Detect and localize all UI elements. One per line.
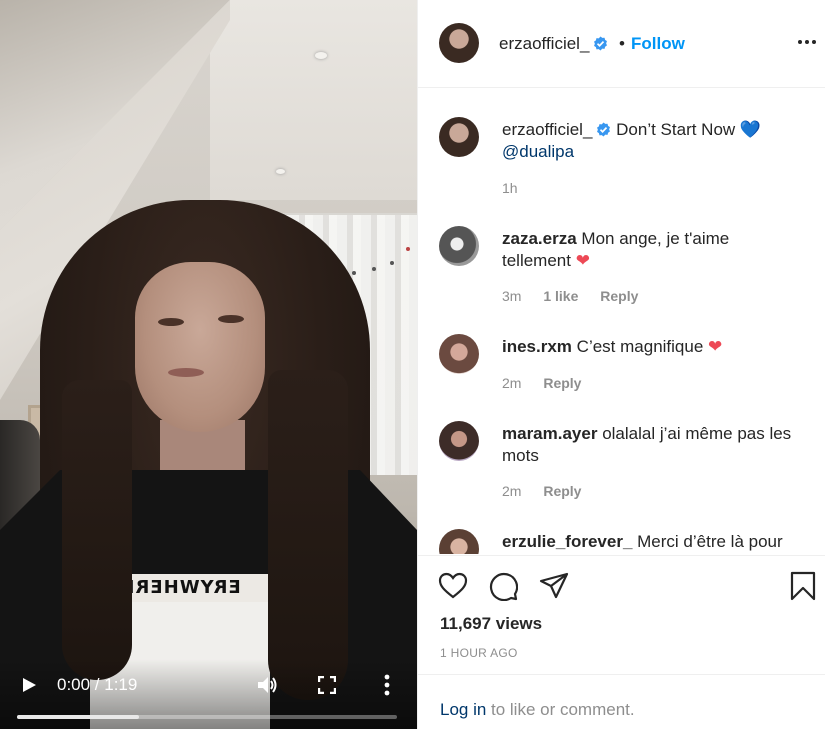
caption-meta: 1h [502, 180, 536, 196]
separator-dot: • [619, 34, 625, 53]
video-progress-fill [17, 715, 139, 719]
instagram-post-view: ERYWHERE 0:00 / 1:19 erzaofficiel_ • Fol… [0, 0, 825, 729]
volume-icon[interactable] [256, 674, 278, 696]
avatar[interactable] [439, 226, 479, 266]
post-sidebar: erzaofficiel_ • Follow erzaofficiel_ Don… [417, 0, 825, 729]
ceiling-light [276, 169, 285, 174]
video-time: 0:00 / 1:19 [57, 675, 138, 694]
avatar[interactable] [439, 421, 479, 461]
caption-mention[interactable]: @dualipa [502, 142, 574, 161]
comment-likes[interactable]: 1 like [543, 288, 578, 304]
play-icon[interactable] [20, 676, 38, 694]
avatar[interactable] [439, 23, 479, 63]
share-icon[interactable] [539, 571, 569, 601]
login-prompt-text: to like or comment. [491, 700, 635, 719]
heart-emoji: ❤ [575, 251, 590, 270]
avatar[interactable] [439, 117, 479, 157]
avatar[interactable] [439, 529, 479, 554]
comment-meta: 2m Reply [502, 483, 599, 499]
comment-age: 3m [502, 288, 522, 304]
reply-button[interactable]: Reply [543, 483, 581, 499]
login-prompt: Log in to like or comment. [418, 674, 825, 729]
comment-username[interactable]: erzulie_forever_ [502, 532, 632, 551]
verified-badge-icon [597, 122, 611, 137]
video-more-icon[interactable] [382, 674, 392, 696]
heart-emoji: ❤ [708, 337, 723, 356]
more-options-icon[interactable] [797, 36, 817, 48]
fullscreen-icon[interactable] [318, 676, 336, 694]
post-header: erzaofficiel_ • Follow [418, 0, 825, 88]
comment-text: Merci d’être là pour [637, 532, 783, 551]
comment-age: 2m [502, 375, 522, 391]
comment-icon[interactable] [488, 571, 518, 601]
reply-button[interactable]: Reply [543, 375, 581, 391]
post-username[interactable]: erzaofficiel_ [499, 34, 608, 54]
post-time: 1 HOUR AGO [440, 646, 518, 660]
comments-list[interactable]: erzaofficiel_ Don’t Start Now 💙 @dualipa… [418, 88, 825, 554]
caption-age: 1h [502, 180, 518, 196]
bookmark-icon[interactable] [788, 571, 818, 601]
caption-username[interactable]: erzaofficiel_ [502, 120, 592, 139]
blue-heart-emoji: 💙 [739, 120, 762, 139]
caption-text: Don’t Start Now [616, 120, 736, 139]
ceiling-light [315, 52, 327, 59]
comment-username[interactable]: ines.rxm [502, 337, 572, 356]
face [135, 262, 265, 432]
login-link[interactable]: Log in [440, 700, 486, 720]
heart-icon[interactable] [438, 571, 468, 601]
video-player[interactable]: ERYWHERE 0:00 / 1:19 [0, 0, 417, 729]
action-bar: 11,697 views 1 HOUR AGO [418, 555, 825, 675]
comment-text: C’est magnifique [576, 337, 704, 356]
comment-meta: 2m Reply [502, 375, 599, 391]
reply-button[interactable]: Reply [600, 288, 638, 304]
avatar[interactable] [439, 334, 479, 374]
video-progress-bar[interactable] [17, 715, 397, 719]
follow-button[interactable]: Follow [631, 34, 685, 54]
comment-age: 2m [502, 483, 522, 499]
comment-meta: 3m 1 like Reply [502, 288, 656, 304]
comment-username[interactable]: zaza.erza [502, 229, 577, 248]
view-count[interactable]: 11,697 views [440, 614, 542, 634]
comment-username[interactable]: maram.ayer [502, 424, 597, 443]
verified-badge-icon [594, 36, 608, 51]
